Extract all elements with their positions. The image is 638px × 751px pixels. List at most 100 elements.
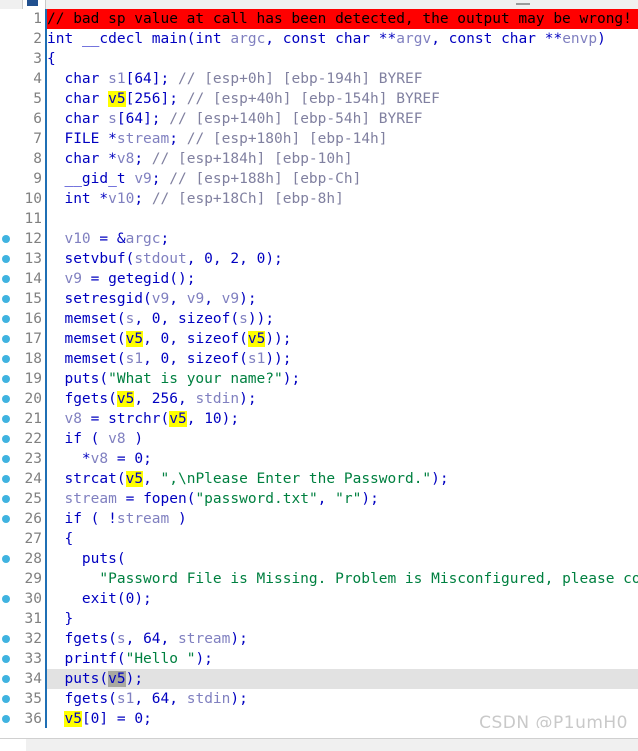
warning-banner-text: // bad sp value at call has been detecte… [47,11,632,27]
code-line[interactable]: 22 if ( v8 ) [0,429,638,449]
line-number: 12 [24,231,42,247]
watermark-text: CSDN @P1umH0 [479,713,628,728]
code-text: v9 = getegid(); [64,271,196,287]
line-number: 7 [33,131,42,147]
code-line[interactable]: 35 fgets(s1, 64, stdin); [0,689,638,709]
code-line[interactable]: 10 int *v10; // [esp+18Ch] [ebp-8h] [0,189,638,209]
code-text: strcat(v5, ",\nPlease Enter the Password… [64,471,449,487]
code-text: if ( !stream ) [64,511,187,527]
line-number: 21 [24,411,42,427]
code-line[interactable]: 2 int __cdecl main(int argc, const char *… [0,29,638,49]
code-line[interactable]: 5 char v5[256]; // [esp+40h] [ebp-154h] … [0,89,638,109]
code-line[interactable]: 4 char s1[64]; // [esp+0h] [ebp-194h] BY… [0,69,638,89]
code-line[interactable]: 29 "Password File is Missing. Problem is… [0,569,638,589]
code-line[interactable]: 8 char *v8; // [esp+184h] [ebp-10h] [0,149,638,169]
code-line[interactable]: 30 exit(0); [0,589,638,609]
code-line[interactable]: 16 memset(s, 0, sizeof(s)); [0,309,638,329]
code-line[interactable]: 6 char s[64]; // [esp+140h] [ebp-54h] BY… [0,109,638,129]
line-number: 19 [24,371,42,387]
code-line[interactable]: 7 FILE *stream; // [esp+180h] [ebp-14h] [0,129,638,149]
code-text: __gid_t v9; // [esp+188h] [ebp-Ch] [64,171,362,187]
code-line[interactable]: 28 puts( [0,549,638,569]
code-line[interactable]: 9 __gid_t v9; // [esp+188h] [ebp-Ch] [0,169,638,189]
code-line[interactable]: 21 v8 = strchr(v5, 10); [0,409,638,429]
code-line[interactable]: 13 setvbuf(stdout, 0, 2, 0); [0,249,638,269]
code-text: setresgid(v9, v9, v9); [64,291,257,307]
line-number: 24 [24,471,42,487]
code-line[interactable]: 1 // bad sp value at call has been detect… [0,9,638,29]
tab-pseudocode-active[interactable] [22,0,46,9]
status-bar [0,738,638,751]
line-number: 23 [24,451,42,467]
highlighted-symbol[interactable]: v5 [125,331,144,347]
code-text: memset(v5, 0, sizeof(v5)); [64,331,292,347]
code-text: if ( v8 ) [64,431,144,447]
line-number: 33 [24,651,42,667]
line-number: 34 [24,671,42,687]
code-text: } [47,611,74,627]
status-cell-2 [86,739,217,751]
code-line[interactable]: 14 v9 = getegid(); [0,269,638,289]
code-text: "Password File is Missing. Problem is Mi… [99,571,638,587]
code-text: char v5[256]; // [esp+40h] [ebp-154h] BY… [64,91,440,107]
code-text: fgets(s1, 64, stdin); [64,691,248,707]
pseudocode-editor[interactable]: 1 // bad sp value at call has been detect… [0,9,638,728]
line-number: 11 [24,211,42,227]
toolbar-panel-left [78,0,431,9]
line-number: 35 [24,691,42,707]
code-text: *v8 = 0; [47,451,152,467]
code-area[interactable]: 1 // bad sp value at call has been detect… [0,9,638,728]
code-line[interactable]: 26 if ( !stream ) [0,509,638,529]
code-line[interactable]: 11 [0,209,638,229]
highlighted-symbol[interactable]: v5 [125,471,144,487]
code-line[interactable]: 33 printf("Hello "); [0,649,638,669]
code-text: char s[64]; // [esp+140h] [ebp-54h] BYRE… [64,111,423,127]
code-text: FILE *stream; // [esp+180h] [ebp-14h] [64,131,388,147]
code-line[interactable]: 18 memset(s1, 0, sizeof(s1)); [0,349,638,369]
code-text: exit(0); [81,591,152,607]
code-text: char s1[64]; // [esp+0h] [ebp-194h] BYRE… [64,71,423,87]
code-text: v5[0] = 0; [64,711,152,727]
highlighted-symbol[interactable]: v5 [169,411,187,427]
code-line[interactable]: 19 puts("What is your name?"); [0,369,638,389]
code-text: memset(s1, 0, sizeof(s1)); [64,351,292,367]
code-text: setvbuf(stdout, 0, 2, 0); [64,251,283,267]
highlighted-symbol[interactable]: v5 [116,391,135,407]
line-number: 14 [24,271,42,287]
code-text: puts( [81,551,126,567]
line-number: 26 [24,511,42,527]
toolbar-panel-far-right [612,0,638,9]
code-line[interactable]: 23 *v8 = 0; [0,449,638,469]
code-text: char *v8; // [esp+184h] [ebp-10h] [64,151,353,167]
highlighted-symbol[interactable]: v5 [247,331,266,347]
highlighted-symbol[interactable]: v5 [108,671,126,687]
code-line[interactable]: 3{ [0,49,638,69]
line-number: 32 [24,631,42,647]
code-line[interactable]: 27 { [0,529,638,549]
code-text: v8 = strchr(v5, 10); [64,411,240,427]
code-line[interactable]: 17 memset(v5, 0, sizeof(v5)); [0,329,638,349]
line-number: 18 [24,351,42,367]
line-number: 20 [24,391,42,407]
code-text: int *v10; // [esp+18Ch] [ebp-8h] [64,191,344,207]
line-number: 15 [24,291,42,307]
code-line[interactable]: 31 } [0,609,638,629]
line-number: 16 [24,311,42,327]
code-line[interactable]: 32 fgets(s, 64, stream); [0,629,638,649]
code-line[interactable]: 25 stream = fopen("password.txt", "r"); [0,489,638,509]
line-number: 5 [33,91,42,107]
document-icon [27,0,38,6]
minimize-dash-icon[interactable] [516,3,530,5]
highlighted-symbol[interactable]: v5 [64,711,82,727]
line-number: 2 [33,31,42,47]
code-line[interactable]: 12 v10 = &argc; [0,229,638,249]
highlighted-symbol[interactable]: v5 [108,91,126,107]
code-line[interactable]: 34 puts(v5); [0,669,638,689]
line-number: 3 [33,51,42,67]
code-line[interactable]: 24 strcat(v5, ",\nPlease Enter the Passw… [0,469,638,489]
code-line[interactable]: 20 fgets(v5, 256, stdin); [0,389,638,409]
code-line[interactable]: 15 setresgid(v9, v9, v9); [0,289,638,309]
code-text: { [47,51,56,67]
status-cell-4 [228,739,638,751]
line-number: 29 [24,571,42,587]
